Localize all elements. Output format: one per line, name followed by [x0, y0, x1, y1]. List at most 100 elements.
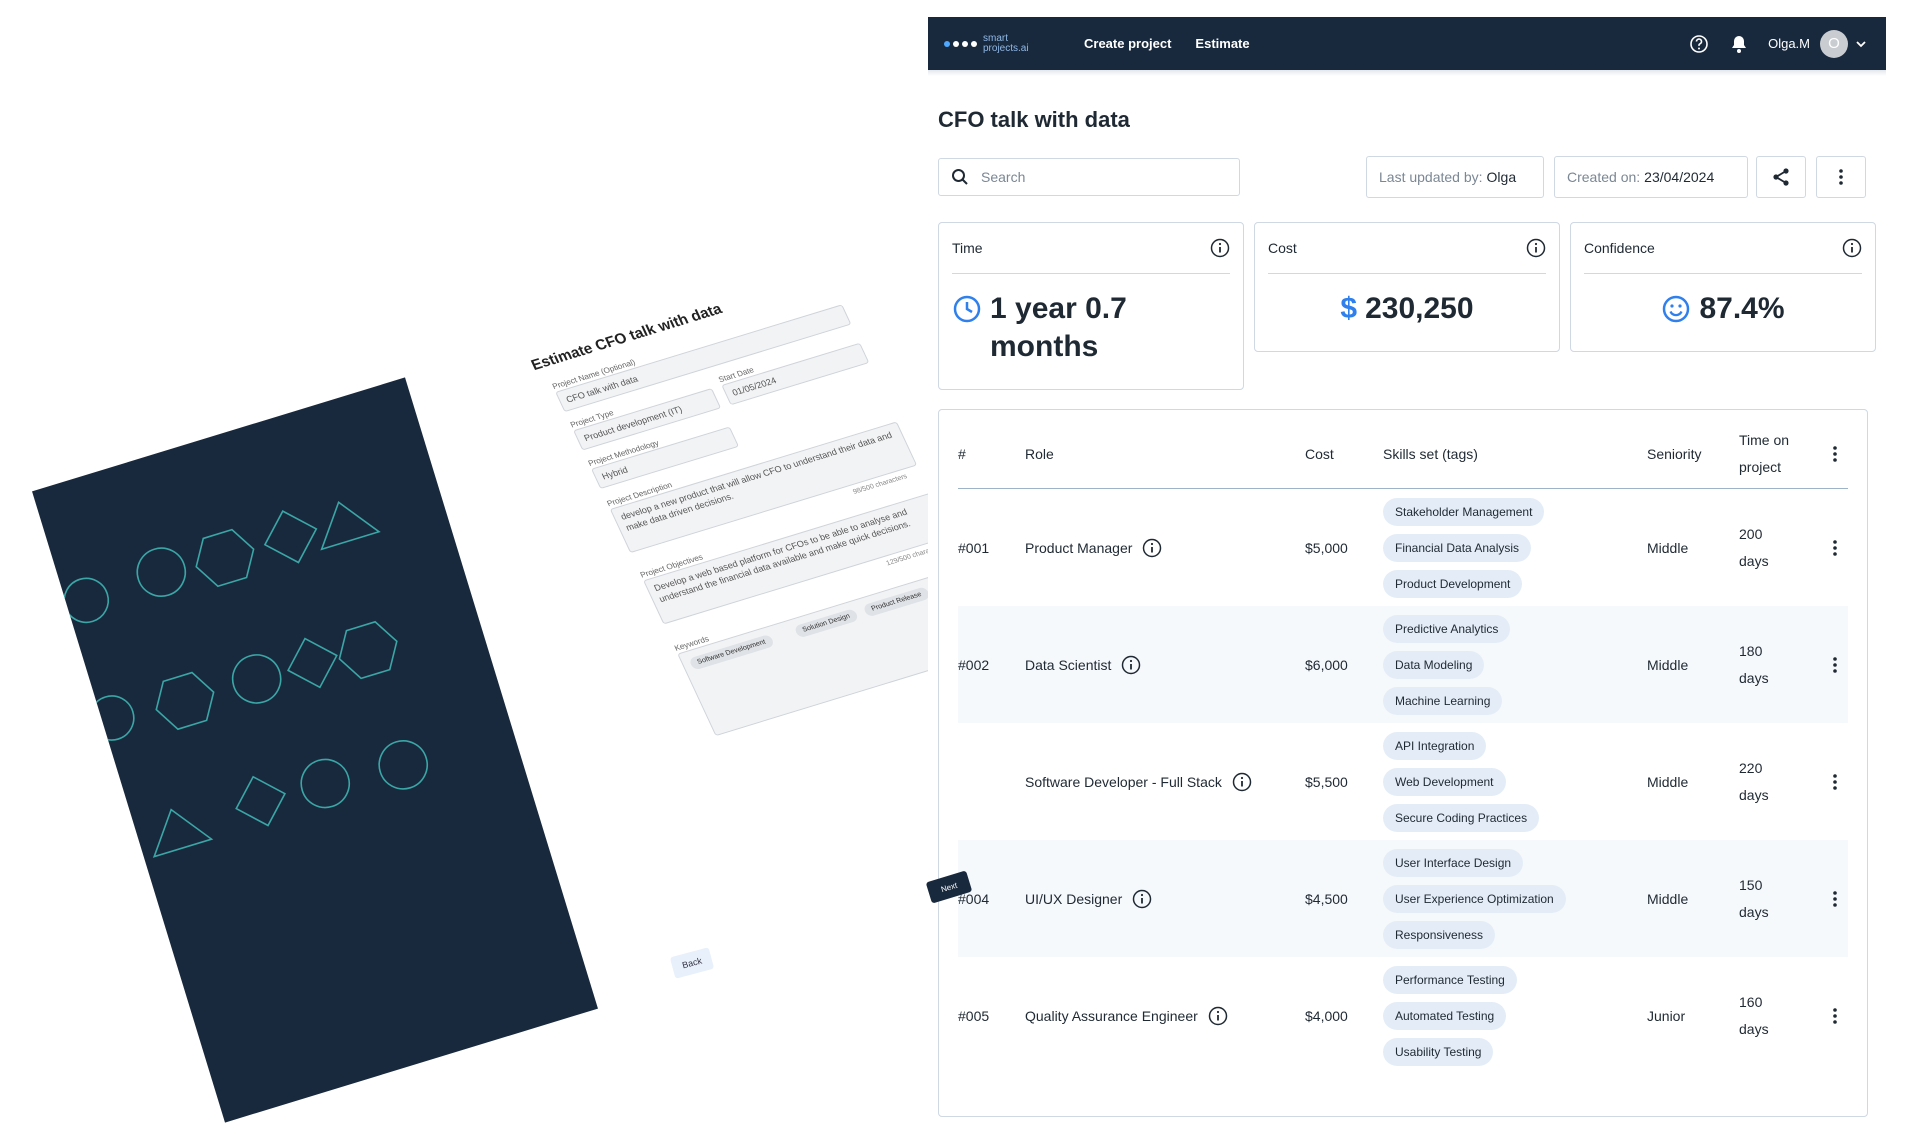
- notification-bell-icon[interactable]: [1728, 33, 1750, 55]
- info-icon[interactable]: [1232, 772, 1252, 792]
- skill-tag[interactable]: User Experience Optimization: [1383, 884, 1566, 913]
- last-updated-label: Last updated by:: [1379, 169, 1483, 185]
- search-box[interactable]: [938, 158, 1240, 196]
- row-time-value: 150: [1739, 876, 1763, 893]
- confidence-kpi-card: Confidence 87.4%: [1570, 222, 1876, 352]
- row-cost: $5,000: [1305, 539, 1348, 556]
- nav-create-project[interactable]: Create project: [1084, 36, 1171, 51]
- skill-tag[interactable]: Machine Learning: [1383, 686, 1503, 715]
- header-role: Role: [1025, 420, 1305, 489]
- roles-table-card: # Role Cost Skills set (tags) Seniority …: [938, 409, 1868, 1117]
- info-icon[interactable]: [1208, 1006, 1228, 1026]
- nav-estimate[interactable]: Estimate: [1195, 36, 1249, 51]
- row-role: Data Scientist: [1025, 656, 1112, 673]
- row-time-value: 180: [1739, 642, 1763, 659]
- header-menu[interactable]: [1822, 420, 1848, 489]
- row-role: Quality Assurance Engineer: [1025, 1007, 1198, 1024]
- skill-tag[interactable]: Financial Data Analysis: [1383, 533, 1532, 562]
- confidence-kpi-label: Confidence: [1584, 240, 1655, 256]
- more-options-button[interactable]: [1816, 156, 1866, 198]
- row-time-value: 160: [1739, 993, 1763, 1010]
- info-icon[interactable]: [1121, 655, 1141, 675]
- skill-tag[interactable]: API Integration: [1383, 731, 1487, 760]
- roles-table: # Role Cost Skills set (tags) Seniority …: [958, 420, 1848, 1074]
- skill-tag[interactable]: Performance Testing: [1383, 965, 1517, 994]
- help-icon[interactable]: [1688, 33, 1710, 55]
- share-icon: [1773, 168, 1789, 186]
- kebab-menu-icon[interactable]: [1832, 539, 1838, 557]
- logo[interactable]: smart projects.ai: [944, 32, 1084, 54]
- back-button[interactable]: Back: [669, 947, 715, 979]
- skill-tag[interactable]: Web Development: [1383, 767, 1506, 796]
- row-seniority: Junior: [1647, 1007, 1686, 1024]
- skill-tag[interactable]: Stakeholder Management: [1383, 497, 1545, 526]
- info-icon[interactable]: [1842, 238, 1862, 258]
- info-icon[interactable]: [1210, 238, 1230, 258]
- row-time-value: 220: [1739, 759, 1763, 776]
- kebab-menu-icon[interactable]: [1832, 773, 1838, 791]
- time-kpi-card: Time 1 year 0.7 months: [938, 222, 1244, 390]
- kebab-menu-icon: [1839, 169, 1843, 185]
- table-row: #005 Quality Assurance Engineer $4,000 P…: [958, 957, 1848, 1074]
- header-time-line2: project: [1739, 459, 1782, 475]
- skill-tag[interactable]: Automated Testing: [1383, 1001, 1507, 1030]
- table-row: #002 Data Scientist $6,000 Predictive An…: [958, 606, 1848, 723]
- kebab-menu-icon[interactable]: [1832, 1007, 1838, 1025]
- row-time-unit: days: [1739, 669, 1769, 686]
- header-skills: Skills set (tags): [1383, 420, 1647, 489]
- row-time-unit: days: [1739, 1020, 1769, 1037]
- skill-tag[interactable]: Usability Testing: [1383, 1037, 1494, 1066]
- header-number: #: [958, 420, 1025, 489]
- row-time-unit: days: [1739, 903, 1769, 920]
- row-number: #001: [958, 539, 990, 556]
- user-name[interactable]: Olga.M: [1768, 36, 1810, 51]
- row-seniority: Middle: [1647, 539, 1689, 556]
- page-title: CFO talk with data: [938, 107, 1130, 132]
- logo-text-line1: smart: [983, 32, 1008, 44]
- row-cost: $4,500: [1305, 840, 1383, 957]
- row-time-unit: days: [1739, 786, 1769, 803]
- dollar-icon: $: [1340, 292, 1358, 325]
- created-on-value: 23/04/2024: [1644, 169, 1715, 185]
- chevron-down-icon[interactable]: [1854, 37, 1868, 51]
- table-row: #001 Product Manager $5,000 Stakeholder …: [958, 489, 1848, 607]
- time-kpi-label: Time: [952, 240, 983, 256]
- skill-tag[interactable]: Data Modeling: [1383, 650, 1485, 679]
- info-icon[interactable]: [1526, 238, 1546, 258]
- created-on-label: Created on:: [1567, 169, 1641, 185]
- last-updated-value: Olga: [1486, 169, 1517, 185]
- cost-kpi-label: Cost: [1268, 240, 1297, 256]
- table-row: Software Developer - Full Stack $5,500 A…: [958, 723, 1848, 840]
- share-button[interactable]: [1756, 156, 1806, 198]
- info-icon[interactable]: [1132, 889, 1152, 909]
- info-icon[interactable]: [1142, 538, 1162, 558]
- avatar[interactable]: O: [1820, 29, 1848, 58]
- row-seniority: Middle: [1647, 606, 1739, 723]
- row-role: UI/UX Designer: [1025, 890, 1123, 907]
- row-role: Product Manager: [1025, 539, 1133, 556]
- skill-tag[interactable]: Responsiveness: [1383, 920, 1496, 949]
- header-seniority: Seniority: [1647, 420, 1739, 489]
- skill-tag[interactable]: Predictive Analytics: [1383, 614, 1511, 643]
- skill-tag[interactable]: User Interface Design: [1383, 848, 1524, 877]
- table-row: #004 UI/UX Designer $4,500 User Interfac…: [958, 840, 1848, 957]
- time-kpi-value-line2: months: [990, 330, 1099, 363]
- kebab-menu-icon[interactable]: [1832, 445, 1838, 463]
- time-kpi-value-line1: 1 year 0.7: [990, 292, 1127, 325]
- geometric-pattern: [63, 500, 428, 858]
- row-seniority: Middle: [1647, 773, 1689, 790]
- kebab-menu-icon[interactable]: [1832, 656, 1838, 674]
- search-input[interactable]: [979, 168, 1223, 186]
- skill-tag[interactable]: Secure Coding Practices: [1383, 803, 1540, 832]
- row-number: #005: [958, 1007, 990, 1024]
- row-seniority: Middle: [1647, 840, 1739, 957]
- skill-tag[interactable]: Product Development: [1383, 569, 1523, 598]
- kebab-menu-icon[interactable]: [1832, 890, 1838, 908]
- cost-kpi-value: 230,250: [1365, 292, 1474, 325]
- search-icon: [952, 169, 968, 185]
- row-number: #004: [958, 840, 1025, 957]
- confidence-kpi-value: 87.4%: [1699, 292, 1785, 325]
- created-on-box: Created on: 23/04/2024: [1554, 156, 1748, 198]
- header-time-on-project: Time on project: [1739, 420, 1822, 489]
- table-header-row: # Role Cost Skills set (tags) Seniority …: [958, 420, 1848, 489]
